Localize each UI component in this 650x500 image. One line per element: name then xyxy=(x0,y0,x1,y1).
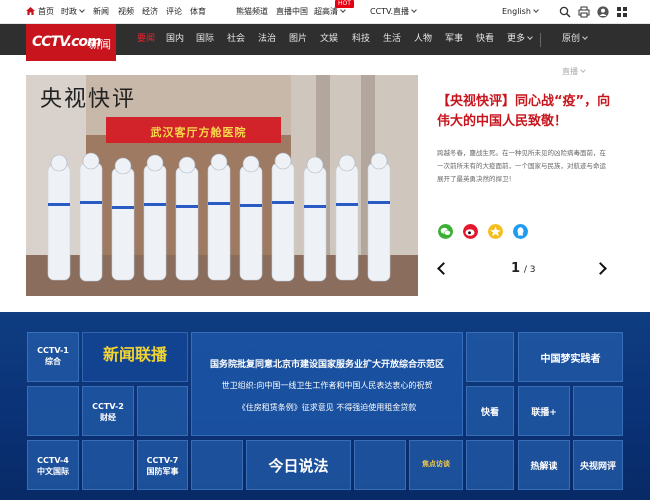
home-icon xyxy=(26,7,35,15)
nav-more-dropdown[interactable]: 更多 xyxy=(507,24,533,55)
chevron-down-icon xyxy=(533,7,539,13)
blank-tile-5 xyxy=(82,440,134,490)
topbar-home-link[interactable]: 首页 xyxy=(26,0,54,24)
chevron-down-icon xyxy=(527,34,533,40)
chevron-down-icon xyxy=(580,67,586,73)
blank-tile-2 xyxy=(27,386,79,436)
hero-image-sign: 武汉客厅方舱医院 xyxy=(150,126,247,139)
nav-item-international[interactable]: 国际 xyxy=(196,24,214,55)
topbar-link-economy[interactable]: 经济 xyxy=(142,0,158,24)
qq-icon[interactable] xyxy=(513,224,528,239)
blank-tile-8 xyxy=(466,440,514,490)
xinwenlianbo-logo: 新闻联播 xyxy=(102,345,167,364)
topbar-link-news[interactable]: 新闻 xyxy=(93,0,109,24)
nav-original-dropdown[interactable]: 原创 xyxy=(562,24,588,55)
channel-tile-cctv4[interactable]: CCTV-4 中文国际 xyxy=(27,440,79,490)
blank-tile-6 xyxy=(191,440,243,490)
hero-pager: 1 / 3 xyxy=(511,261,536,276)
channel-tile-cctv7[interactable]: CCTV-7 国防军事 xyxy=(137,440,188,490)
headline-3[interactable]: 《住房租赁条例》征求意见 不得强迫使用租金贷款 xyxy=(191,402,463,413)
headline-2[interactable]: 世卫组织:向中国一线卫生工作者和中国人民表达衷心的祝贺 xyxy=(191,380,463,391)
topbar-link-panda[interactable]: 熊猫频道 xyxy=(236,0,268,24)
blank-tile-1 xyxy=(466,332,514,382)
topbar-politics-dropdown[interactable]: 时政 xyxy=(61,0,85,24)
chevron-down-icon xyxy=(340,7,346,13)
nav-item-life[interactable]: 生活 xyxy=(383,24,401,55)
nav-item-tech[interactable]: 科技 xyxy=(352,24,370,55)
program-tile-jinrishuofa[interactable]: 今日说法 xyxy=(246,440,351,490)
topbar-link-live-china[interactable]: 直播中国 xyxy=(276,0,308,24)
hero-art-title: 央视快评 xyxy=(40,87,137,112)
wechat-icon[interactable] xyxy=(438,224,453,239)
program-tile-china-dream[interactable]: 中国梦实践者 xyxy=(518,332,623,382)
nav-item-military[interactable]: 军事 xyxy=(445,24,463,55)
qzone-icon[interactable] xyxy=(488,224,503,239)
headline-1[interactable]: 国务院批复同意北京市建设国家服务业扩大开放综合示范区 xyxy=(191,357,463,370)
channel-tile-cctv1[interactable]: CCTV-1 综合 xyxy=(27,332,79,382)
program-tile-wangping[interactable]: 央视网评 xyxy=(573,440,623,490)
blank-tile-4 xyxy=(573,386,623,436)
nav-item-law[interactable]: 法治 xyxy=(258,24,276,55)
chevron-down-icon xyxy=(582,34,588,40)
nav-item-headlines[interactable]: 要闻 xyxy=(137,24,155,55)
language-dropdown[interactable]: English xyxy=(502,0,539,24)
chevron-down-icon xyxy=(79,7,85,13)
nav-item-people[interactable]: 人物 xyxy=(414,24,432,55)
program-tile-lianbo-plus[interactable]: 联播+ xyxy=(518,386,570,436)
search-icon[interactable] xyxy=(559,6,571,18)
program-tile-rejiedu[interactable]: 热解读 xyxy=(518,440,570,490)
program-tile-kuaikan[interactable]: 快看 xyxy=(466,386,514,436)
blank-tile-3 xyxy=(137,386,188,436)
topbar-cctv-live-dropdown[interactable]: CCTV.直播 xyxy=(370,0,417,24)
cctv-news-logo[interactable]: CCTV.com 新闻 xyxy=(26,24,116,61)
print-icon[interactable] xyxy=(578,6,590,18)
program-tile-jiaodian[interactable]: 焦点访谈 xyxy=(409,440,463,490)
chevron-down-icon xyxy=(411,7,417,13)
top-bar: 首页 时政 新闻 视频 经济 评论 体育 熊猫频道 直播中国 超高清 HOT C… xyxy=(0,0,650,24)
topbar-link-sports[interactable]: 体育 xyxy=(190,0,206,24)
nav-item-quicklook[interactable]: 快看 xyxy=(476,24,494,55)
nav-divider xyxy=(540,33,541,47)
hot-badge: HOT xyxy=(335,0,354,8)
topbar-link-video[interactable]: 视频 xyxy=(118,0,134,24)
nav-item-entertainment[interactable]: 文娱 xyxy=(320,24,338,55)
blank-tile-7 xyxy=(354,440,406,490)
weibo-icon[interactable] xyxy=(463,224,478,239)
hero-description: 跨越冬春，鏖战生死。在一种见所未见的凶险病毒面前，在一次前所未有的大疫面前，一个… xyxy=(437,149,606,183)
hero-title[interactable]: 【央视快评】同心战“疫”，向伟大的中国人民致敬！ xyxy=(437,92,617,132)
nav-item-photos[interactable]: 图片 xyxy=(289,24,307,55)
nav-item-society[interactable]: 社会 xyxy=(227,24,245,55)
grid-menu-icon[interactable] xyxy=(616,6,628,18)
topbar-link-comment[interactable]: 评论 xyxy=(166,0,182,24)
hero-image[interactable]: 央视快评 武汉客厅方舱医院 xyxy=(26,75,418,296)
nav-item-domestic[interactable]: 国内 xyxy=(166,24,184,55)
user-icon[interactable] xyxy=(597,6,609,18)
channel-tile-cctv2[interactable]: CCTV-2 财经 xyxy=(82,386,134,436)
